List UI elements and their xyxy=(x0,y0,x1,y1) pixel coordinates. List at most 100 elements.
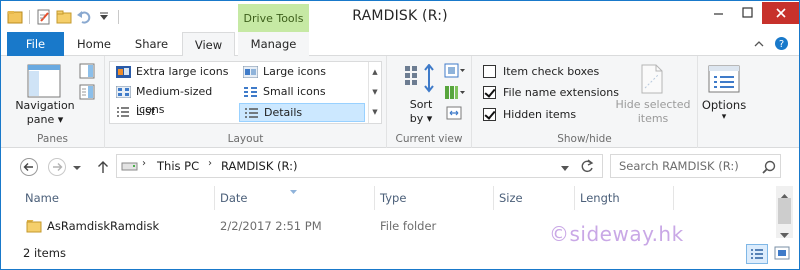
hide-selected-items-button[interactable]: Hide selected items xyxy=(615,60,691,126)
watermark: ©sideway.hk xyxy=(549,222,684,246)
options-arrow: ▾ xyxy=(721,112,727,122)
tab-manage[interactable]: Manage xyxy=(238,32,309,56)
system-menu-icon[interactable] xyxy=(7,9,23,25)
list-icon xyxy=(116,106,131,118)
search-icon[interactable] xyxy=(762,160,776,177)
layout-list[interactable]: List xyxy=(112,103,238,122)
minimize-button[interactable] xyxy=(703,2,734,24)
vertical-scrollbar[interactable] xyxy=(776,186,793,238)
sort-by-button[interactable]: Sort by ▾ xyxy=(393,60,434,126)
hidden-items-checkbox[interactable] xyxy=(483,108,496,121)
large-icons-icon xyxy=(242,65,259,79)
current-view-group: Sort by ▾ Current view xyxy=(387,56,472,148)
breadcrumb-separator-icon[interactable]: › xyxy=(142,158,146,169)
explorer-window: Drive Tools RAMDISK (R:) File Home Share… xyxy=(0,0,800,270)
up-button[interactable] xyxy=(93,157,113,177)
maximize-button[interactable] xyxy=(734,2,762,24)
undo-icon[interactable] xyxy=(76,9,92,25)
svg-text:?: ? xyxy=(779,39,784,50)
layout-group: Extra large icons Large icons Medium-siz… xyxy=(105,56,387,148)
scrollbar-thumb[interactable] xyxy=(778,198,791,224)
address-row: › This PC › RAMDISK (R:) Search RAMDISK … xyxy=(1,148,799,186)
item-check-boxes-label: Item check boxes xyxy=(503,65,600,78)
add-columns-icon[interactable] xyxy=(444,85,466,103)
file-name-extensions-checkbox[interactable] xyxy=(483,86,496,99)
hidden-items-toggle[interactable]: Hidden items xyxy=(483,107,576,123)
sort-ascending-icon xyxy=(289,185,298,198)
column-divider[interactable] xyxy=(493,186,494,210)
layout-item-label: Large icons xyxy=(263,65,326,78)
quick-access-toolbar xyxy=(7,7,121,27)
options-icon xyxy=(708,64,740,97)
close-button[interactable] xyxy=(762,2,799,24)
refresh-icon[interactable] xyxy=(579,158,595,177)
group-by-icon[interactable] xyxy=(444,63,466,81)
tab-home[interactable]: Home xyxy=(68,32,120,56)
navigation-pane-button[interactable]: Navigation pane ▾ xyxy=(11,60,79,128)
scroll-down-icon[interactable]: ▼ xyxy=(369,82,381,102)
item-check-boxes-checkbox[interactable] xyxy=(483,65,496,78)
details-view-toggle[interactable] xyxy=(746,244,768,264)
address-bar[interactable]: › This PC › RAMDISK (R:) xyxy=(116,154,603,178)
file-type: File folder xyxy=(380,219,437,233)
scroll-up-icon[interactable]: ▲ xyxy=(369,62,381,82)
layout-gallery: Extra large icons Large icons Medium-siz… xyxy=(109,61,382,124)
show-hide-group: Item check boxes File name extensions Hi… xyxy=(472,56,698,148)
customize-toolbar-icon[interactable] xyxy=(96,9,112,25)
toolbar-divider xyxy=(29,10,30,24)
preview-pane-icon[interactable] xyxy=(79,63,95,82)
breadcrumb-separator-icon[interactable]: › xyxy=(208,158,212,169)
tab-file[interactable]: File xyxy=(7,32,64,56)
column-header-name[interactable]: Name xyxy=(25,186,59,210)
small-icons-icon xyxy=(243,86,258,98)
column-header-type[interactable]: Type xyxy=(380,186,406,210)
new-folder-icon[interactable] xyxy=(56,9,72,25)
layout-item-label: Extra large icons xyxy=(136,65,229,78)
large-icons-view-toggle[interactable] xyxy=(772,244,794,264)
recent-locations-icon[interactable] xyxy=(71,157,83,177)
column-header-size[interactable]: Size xyxy=(499,186,523,210)
file-name-extensions-label: File name extensions xyxy=(503,86,619,99)
forward-button[interactable] xyxy=(47,157,67,177)
column-divider[interactable] xyxy=(574,186,575,210)
size-columns-icon[interactable] xyxy=(446,106,462,123)
item-check-boxes-toggle[interactable]: Item check boxes xyxy=(483,64,599,80)
column-divider[interactable] xyxy=(673,186,674,210)
drive-tools-context-tab: Drive Tools xyxy=(238,4,309,32)
file-name-extensions-toggle[interactable]: File name extensions xyxy=(483,85,619,101)
column-header-length[interactable]: Length xyxy=(580,186,620,210)
layout-large-icons[interactable]: Large icons xyxy=(239,63,365,82)
properties-icon[interactable] xyxy=(36,9,52,25)
column-divider[interactable] xyxy=(374,186,375,210)
breadcrumb-ramdisk[interactable]: RAMDISK (R:) xyxy=(221,159,298,173)
minimize-ribbon-icon[interactable] xyxy=(753,38,765,53)
item-count: 2 items xyxy=(23,246,66,260)
layout-small-icons[interactable]: Small icons xyxy=(239,83,365,102)
options-button[interactable]: Options ▾ xyxy=(698,60,750,130)
tab-view[interactable]: View xyxy=(182,32,235,57)
navigation-pane-icon xyxy=(27,64,61,101)
hidden-items-label: Hidden items xyxy=(503,108,577,121)
panes-group: Navigation pane ▾ Panes xyxy=(1,56,105,148)
address-dropdown-icon[interactable] xyxy=(560,163,570,176)
gallery-expand-icon[interactable]: ▼ xyxy=(369,102,381,122)
sort-by-label: Sort xyxy=(409,98,433,111)
file-date: 2/2/2017 2:51 PM xyxy=(220,219,322,233)
details-pane-icon[interactable] xyxy=(79,84,95,103)
layout-details[interactable]: Details xyxy=(239,103,365,122)
layout-gallery-scroller[interactable]: ▲ ▼ ▼ xyxy=(368,62,381,123)
breadcrumb-this-pc[interactable]: This PC xyxy=(157,159,199,173)
search-input[interactable]: Search RAMDISK (R:) xyxy=(610,154,781,178)
hide-selected-label: Hide selected xyxy=(615,98,691,111)
file-name[interactable]: AsRamdiskRamdisk xyxy=(47,214,159,238)
layout-medium-icons[interactable]: Medium-sized icons xyxy=(112,83,238,116)
tab-share[interactable]: Share xyxy=(124,32,179,56)
column-header-date[interactable]: Date xyxy=(220,186,248,210)
layout-item-label: Details xyxy=(264,106,303,119)
layout-extra-large-icons[interactable]: Extra large icons xyxy=(112,63,238,82)
help-icon[interactable]: ? xyxy=(774,36,789,54)
toolbar-divider xyxy=(118,10,119,24)
column-divider[interactable] xyxy=(214,186,215,210)
back-button[interactable] xyxy=(19,157,39,177)
hide-selected-label-2: items xyxy=(637,112,669,125)
